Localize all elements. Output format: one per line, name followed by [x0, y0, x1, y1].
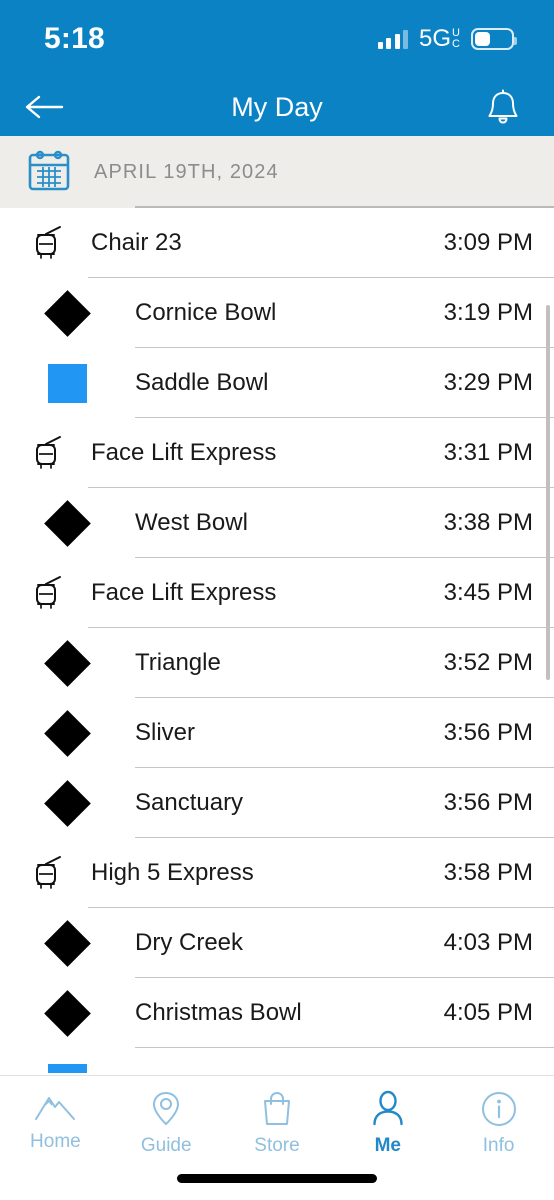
black-diamond-icon [44, 779, 91, 827]
activity-name: Triangle [135, 649, 221, 676]
status-time: 5:18 [44, 22, 105, 55]
black-diamond-icon [44, 989, 91, 1037]
mountain-icon [33, 1090, 77, 1124]
lift-row[interactable]: Chair 23 3:09 PM [0, 208, 554, 278]
activity-time: 3:45 PM [443, 579, 533, 606]
tab-home[interactable]: Home [0, 1090, 111, 1153]
gondola-icon [35, 436, 61, 469]
row-marker [0, 779, 135, 827]
row-marker [0, 289, 135, 337]
tab-label: Home [30, 1131, 81, 1152]
lift-row[interactable]: Face Lift Express 3:31 PM [0, 418, 554, 488]
activity-name: West Bowl [135, 509, 248, 536]
network-label-text: 5G [419, 25, 452, 52]
activity-list[interactable]: Chair 23 3:09 PM Cornice Bowl 3:19 PM Saddle… [0, 208, 554, 1073]
row-marker [0, 363, 135, 403]
gondola-icon [35, 576, 61, 609]
lift-row[interactable]: High 5 Express 3:58 PM [0, 838, 554, 908]
run-row[interactable]: Sliver 3:56 PM [0, 698, 554, 768]
row-marker [0, 499, 135, 547]
tab-label: Me [374, 1135, 401, 1156]
home-indicator [177, 1174, 377, 1183]
run-row[interactable]: Christmas Bowl 4:05 PM [0, 978, 554, 1048]
black-diamond-icon [44, 499, 91, 547]
calendar-icon [26, 147, 72, 198]
person-icon [371, 1090, 405, 1128]
tab-label: Info [482, 1135, 515, 1156]
row-marker [0, 854, 91, 892]
app-screen: 5:18 5G U C My Day APRIL 19TH, 2024 Chai… [0, 0, 554, 1200]
tab-label: Guide [140, 1135, 192, 1156]
activity-name: Christmas Bowl [135, 999, 302, 1026]
row-marker [0, 639, 135, 687]
black-diamond-icon [44, 919, 91, 967]
activity-time: 4:03 PM [443, 929, 533, 956]
run-row[interactable]: Triangle 3:52 PM [0, 628, 554, 698]
row-marker [0, 224, 91, 262]
bell-icon[interactable] [476, 84, 530, 130]
row-marker [0, 1063, 135, 1073]
activity-name: Sanctuary [135, 789, 244, 816]
signal-bars-icon [377, 29, 409, 49]
activity-time: 3:52 PM [443, 649, 533, 676]
status-indicators: 5G U C [377, 25, 517, 53]
activity-time: 3:38 PM [443, 509, 533, 536]
row-marker [0, 574, 91, 612]
activity-name: Face Lift Express [91, 439, 277, 466]
date-header[interactable]: APRIL 19TH, 2024 [0, 136, 554, 208]
run-row[interactable]: Cornice Bowl 3:19 PM [0, 278, 554, 348]
run-row[interactable]: Sanctuary 3:56 PM [0, 768, 554, 838]
row-marker [0, 434, 91, 472]
activity-name: High 5 Express [91, 859, 254, 886]
map-pin-icon [149, 1090, 183, 1128]
black-diamond-icon [44, 709, 91, 757]
tab-guide[interactable]: Guide [111, 1090, 222, 1157]
black-diamond-icon [44, 639, 91, 687]
run-row[interactable]: West Bowl 3:38 PM [0, 488, 554, 558]
activity-time: 4:05 PM [443, 999, 533, 1026]
activity-time: 3:56 PM [443, 719, 533, 746]
activity-name: Cornice Bowl [135, 299, 277, 326]
tab-label: Store [254, 1135, 300, 1156]
battery-icon [471, 28, 517, 50]
page-title: My Day [231, 91, 323, 122]
blue-square-icon [48, 1063, 87, 1073]
network-sub-label: U C [452, 27, 460, 50]
activity-name: Saddle Bowl [135, 369, 269, 396]
date-label: APRIL 19TH, 2024 [94, 160, 279, 183]
black-diamond-icon [44, 289, 91, 337]
tab-info[interactable]: Info [443, 1090, 554, 1157]
row-marker [0, 919, 135, 967]
activity-time: 3:19 PM [443, 299, 533, 326]
network-type-label: 5G U C [419, 25, 460, 53]
info-circle-icon [480, 1090, 518, 1128]
vertical-scrollbar[interactable] [546, 305, 550, 680]
run-row[interactable] [0, 1048, 554, 1073]
activity-time: 3:29 PM [443, 369, 533, 396]
activity-name: Face Lift Express [91, 579, 277, 606]
navigation-bar: My Day [0, 78, 554, 136]
lift-row[interactable]: Face Lift Express 3:45 PM [0, 558, 554, 628]
status-bar: 5:18 5G U C [0, 0, 554, 78]
network-sub-bottom: C [452, 38, 460, 50]
activity-name: Chair 23 [91, 229, 182, 256]
blue-square-icon [48, 363, 87, 403]
back-arrow-icon[interactable] [18, 84, 72, 130]
row-marker [0, 709, 135, 757]
run-row[interactable]: Saddle Bowl 3:29 PM [0, 348, 554, 418]
tab-me[interactable]: Me [332, 1090, 443, 1157]
activity-name: Dry Creek [135, 929, 244, 956]
activity-time: 3:31 PM [443, 439, 533, 466]
tab-store[interactable]: Store [222, 1090, 333, 1157]
activity-time: 3:58 PM [443, 859, 533, 886]
row-marker [0, 989, 135, 1037]
activity-name: Sliver [135, 719, 196, 746]
gondola-icon [35, 226, 61, 259]
gondola-icon [35, 856, 61, 889]
activity-time: 3:56 PM [443, 789, 533, 816]
run-row[interactable]: Dry Creek 4:03 PM [0, 908, 554, 978]
activity-time: 3:09 PM [443, 229, 533, 256]
shopping-bag-icon [260, 1090, 294, 1128]
